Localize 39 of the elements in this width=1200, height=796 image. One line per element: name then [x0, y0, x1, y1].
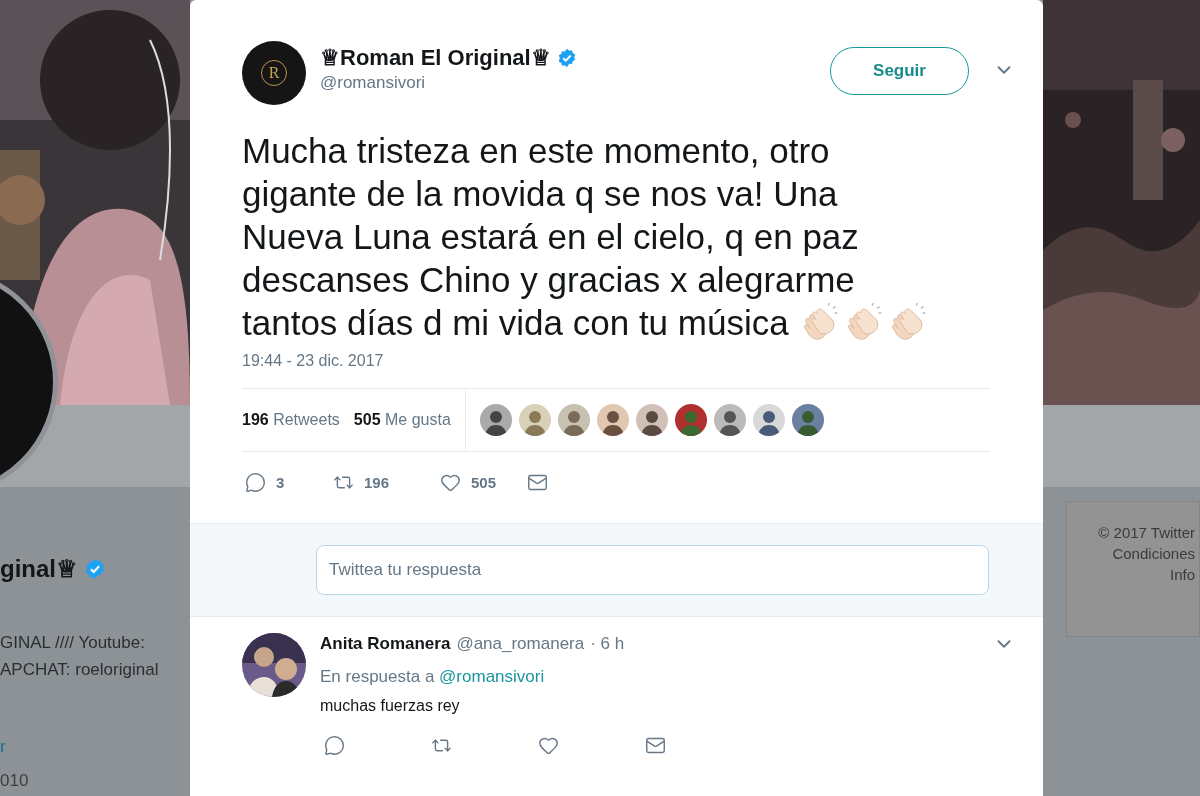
retweet-button[interactable]: 196: [333, 472, 440, 493]
footer-link[interactable]: Info: [1169, 566, 1195, 583]
footer-link[interactable]: Condiciones: [1112, 545, 1195, 562]
liker-avatar[interactable]: [479, 404, 512, 436]
liker-avatar[interactable]: [752, 404, 785, 436]
author-handle[interactable]: @romansivori: [320, 73, 830, 93]
reply-author-name[interactable]: Anita Romanera: [320, 634, 451, 654]
envelope-icon: [645, 735, 666, 756]
follow-button[interactable]: Seguir: [830, 47, 969, 95]
liker-avatar[interactable]: [674, 404, 707, 436]
liker-avatar[interactable]: [791, 404, 824, 436]
reply-time[interactable]: · 6 h: [590, 634, 625, 654]
author-name[interactable]: ♕Roman El Original♕: [320, 45, 551, 71]
profile-joined-date: 010: [0, 771, 30, 791]
heart-icon: [440, 472, 461, 493]
footer-link[interactable]: © 2017 Twitter: [1098, 524, 1195, 541]
profile-name: ginal♕: [0, 555, 78, 583]
heart-icon: [538, 735, 559, 756]
like-button[interactable]: 505: [440, 472, 527, 493]
reply-button[interactable]: 3: [245, 472, 333, 493]
liker-avatar[interactable]: [557, 404, 590, 436]
liker-avatar[interactable]: [518, 404, 551, 436]
tweet-text: Mucha tristeza en este momento, otro gigante de la movida q se nos va! Una Nueva Luna estará en el cielo, q en paz descanses Chino y gracias x alegrarme tantos días d mi vida con tu música: [242, 129, 932, 344]
reply-icon: [245, 472, 266, 493]
profile-bio-line: GINAL //// Youtube:: [0, 632, 146, 654]
liker-avatar[interactable]: [713, 404, 746, 436]
reply-author-handle[interactable]: @ana_romanera: [456, 634, 585, 654]
envelope-icon: [527, 472, 548, 493]
stat-count[interactable]: 196 Retweets: [242, 411, 340, 429]
reply-input-field[interactable]: Twittea tu respuesta: [316, 545, 989, 595]
reply-context: En respuesta a @romansivori: [320, 667, 546, 687]
mention-link[interactable]: @romansivori: [439, 667, 545, 686]
tweet-timestamp: 19:44 - 23 dic. 2017: [242, 352, 385, 370]
reply-text: muchas fuerzas rey: [320, 697, 461, 715]
stat-count[interactable]: 505 Me gusta: [353, 411, 451, 429]
liker-avatar[interactable]: [596, 404, 629, 436]
profile-bio-line: APCHAT: roeloriginal: [0, 659, 160, 681]
liker-avatar[interactable]: [635, 404, 668, 436]
reply-icon: [324, 735, 345, 756]
